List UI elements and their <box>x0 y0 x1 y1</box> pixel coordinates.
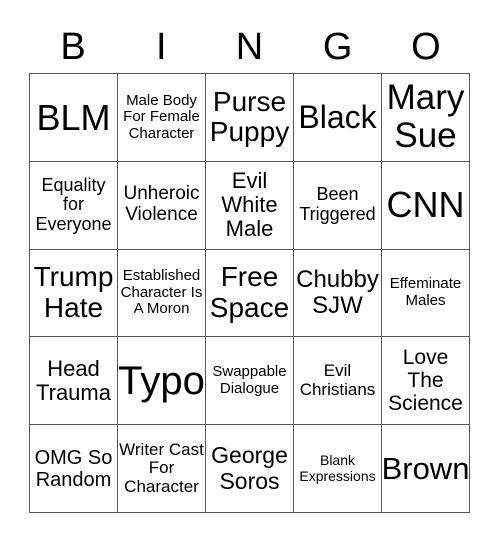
bingo-cell[interactable]: Swappable Dialogue <box>206 337 294 426</box>
bingo-cell[interactable]: Blank Expressions <box>294 425 382 513</box>
header-letter-b: B <box>60 26 86 68</box>
header-letter-o: O <box>411 26 441 68</box>
bingo-cell-text: Free Space <box>209 261 290 323</box>
bingo-cell[interactable]: Equality for Everyone <box>30 161 118 250</box>
bingo-cell[interactable]: Free Space <box>206 249 294 338</box>
bingo-cell[interactable]: CNN <box>382 161 470 250</box>
bingo-cell-text: Writer Cast For Character <box>119 439 204 496</box>
bingo-cell[interactable]: Established Character Is A Moron <box>118 249 206 338</box>
bingo-cell-text: George Soros <box>211 442 288 494</box>
bingo-cell[interactable]: Effeminate Males <box>382 249 470 338</box>
bingo-cell-text: BLM <box>36 96 111 138</box>
bingo-cell-text: Brown <box>382 450 470 486</box>
bingo-cell[interactable]: Unheroic Violence <box>118 161 206 250</box>
header-letter-n: N <box>235 26 264 68</box>
bingo-cell[interactable]: Mary Sue <box>382 74 470 162</box>
bingo-grid: BLM Male Body For Female Character Purse P… <box>29 73 470 513</box>
header-letter-g: G <box>322 26 353 68</box>
bingo-cell-text: Been Triggered <box>299 184 376 225</box>
bingo-cell-text: Unheroic Violence <box>123 183 200 226</box>
bingo-cell-text: Trump Hate <box>33 261 114 323</box>
bingo-cell[interactable]: Male Body For Female Character <box>118 74 206 162</box>
bingo-cell-text: CNN <box>386 184 465 226</box>
bingo-cell[interactable]: Writer Cast For Character <box>118 425 206 513</box>
bingo-cell-text: Typo <box>118 358 205 403</box>
bingo-cell[interactable]: BLM <box>30 74 118 162</box>
bingo-cell-text: Black <box>298 98 377 135</box>
bingo-cell[interactable]: Chubby SJW <box>294 249 382 338</box>
bingo-cell[interactable]: Evil White Male <box>206 161 294 250</box>
bingo-cell-text: Chubby SJW <box>296 265 379 319</box>
bingo-cell-text: Purse Puppy <box>209 85 290 148</box>
bingo-cell-text: Love The Science <box>388 346 463 416</box>
bingo-cell-text: OMG So Random <box>34 446 113 491</box>
bingo-cell[interactable]: Trump Hate <box>30 249 118 338</box>
bingo-cell[interactable]: Been Triggered <box>294 161 382 250</box>
header-letter-i: I <box>156 26 167 68</box>
bingo-cell[interactable]: OMG So Random <box>30 425 118 513</box>
bingo-cell[interactable]: Evil Christians <box>294 337 382 426</box>
bingo-cell-text: Established Character Is A Moron <box>120 267 203 318</box>
bingo-cell[interactable]: Brown <box>382 425 470 513</box>
bingo-cell[interactable]: Purse Puppy <box>206 74 294 162</box>
bingo-cell-text: Evil Christians <box>299 361 376 399</box>
bingo-cell-text: Blank Expressions <box>299 452 376 484</box>
bingo-cell[interactable]: Head Trauma <box>30 337 118 426</box>
bingo-cell[interactable]: Black <box>294 74 382 162</box>
bingo-cell[interactable]: Love The Science <box>382 337 470 426</box>
bingo-cell-text: Mary Sue <box>386 77 465 156</box>
bingo-cell-text: Effeminate Males <box>389 275 462 309</box>
bingo-cell-text: Swappable Dialogue <box>212 363 287 397</box>
bingo-header: B I N G O <box>29 22 470 72</box>
bingo-cell-text: Equality for Everyone <box>35 174 112 235</box>
bingo-cell-text: Head Trauma <box>36 355 111 405</box>
bingo-cell-text: Evil White Male <box>221 167 278 242</box>
bingo-cell[interactable]: George Soros <box>206 425 294 513</box>
bingo-cell-text: Male Body For Female Character <box>123 91 200 142</box>
bingo-cell[interactable]: Typo <box>118 337 206 426</box>
